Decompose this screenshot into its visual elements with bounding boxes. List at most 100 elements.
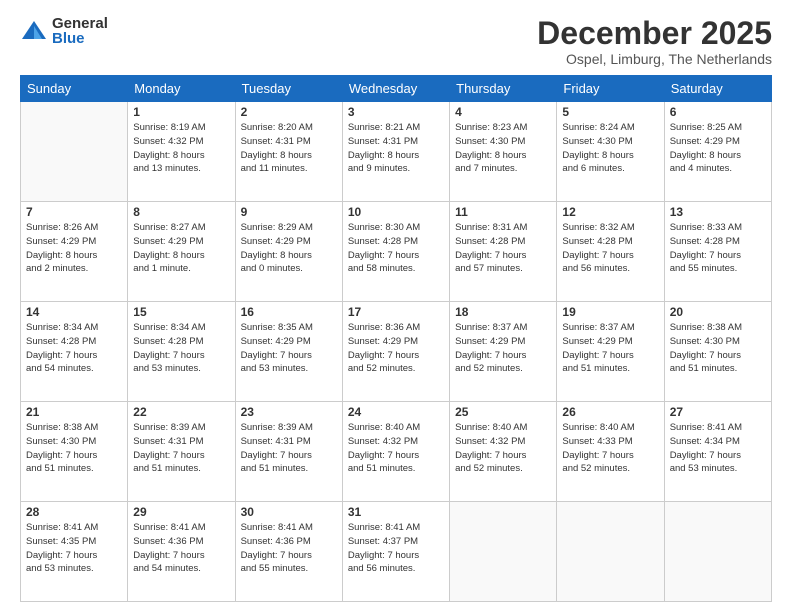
cell-info: Sunrise: 8:27 AM Sunset: 4:29 PM Dayligh… — [133, 221, 229, 276]
title-location: Ospel, Limburg, The Netherlands — [537, 51, 772, 67]
day-number: 29 — [133, 505, 229, 519]
calendar-cell: 22 Sunrise: 8:39 AM Sunset: 4:31 PM Dayli… — [128, 402, 235, 502]
day-number: 9 — [241, 205, 337, 219]
cell-info: Sunrise: 8:31 AM Sunset: 4:28 PM Dayligh… — [455, 221, 551, 276]
calendar-cell: 4 Sunrise: 8:23 AM Sunset: 4:30 PM Daylig… — [450, 102, 557, 202]
day-number: 7 — [26, 205, 122, 219]
logo-icon — [20, 17, 48, 45]
day-number: 28 — [26, 505, 122, 519]
logo-blue: Blue — [52, 31, 108, 46]
day-number: 13 — [670, 205, 766, 219]
cell-info: Sunrise: 8:39 AM Sunset: 4:31 PM Dayligh… — [133, 421, 229, 476]
calendar-cell: 26Sunrise: 8:40 AM Sunset: 4:33 PM Dayli… — [557, 402, 664, 502]
page: General Blue December 2025 Ospel, Limbur… — [0, 0, 792, 612]
cell-info: Sunrise: 8:26 AM Sunset: 4:29 PM Dayligh… — [26, 221, 122, 276]
day-number: 5 — [562, 105, 658, 119]
title-month: December 2025 — [537, 16, 772, 51]
week-row: 14 Sunrise: 8:34 AM Sunset: 4:28 PM Dayli… — [21, 302, 772, 402]
day-number: 14 — [26, 305, 122, 319]
day-number: 1 — [133, 105, 229, 119]
day-number: 31 — [348, 505, 444, 519]
day-number: 30 — [241, 505, 337, 519]
day-number: 10 — [348, 205, 444, 219]
cell-info: Sunrise: 8:41 AM Sunset: 4:36 PM Dayligh… — [133, 521, 229, 576]
calendar-cell — [450, 502, 557, 602]
title-block: December 2025 Ospel, Limburg, The Nether… — [537, 16, 772, 67]
cell-info: Sunrise: 8:19 AM Sunset: 4:32 PM Dayligh… — [133, 121, 229, 176]
calendar-cell — [21, 102, 128, 202]
day-number: 25 — [455, 405, 551, 419]
day-number: 3 — [348, 105, 444, 119]
col-header-friday: Friday — [557, 76, 664, 102]
col-header-tuesday: Tuesday — [235, 76, 342, 102]
day-number: 4 — [455, 105, 551, 119]
day-number: 16 — [241, 305, 337, 319]
calendar-cell: 3 Sunrise: 8:21 AM Sunset: 4:31 PM Daylig… — [342, 102, 449, 202]
calendar-cell: 27Sunrise: 8:41 AM Sunset: 4:34 PM Dayli… — [664, 402, 771, 502]
week-row: 21Sunrise: 8:38 AM Sunset: 4:30 PM Dayli… — [21, 402, 772, 502]
calendar-cell — [557, 502, 664, 602]
week-row: 1 Sunrise: 8:19 AM Sunset: 4:32 PM Daylig… — [21, 102, 772, 202]
logo: General Blue — [20, 16, 108, 46]
calendar-cell: 30 Sunrise: 8:41 AM Sunset: 4:36 PM Dayli… — [235, 502, 342, 602]
calendar-cell: 11 Sunrise: 8:31 AM Sunset: 4:28 PM Dayli… — [450, 202, 557, 302]
cell-info: Sunrise: 8:37 AM Sunset: 4:29 PM Dayligh… — [455, 321, 551, 376]
calendar-cell: 20Sunrise: 8:38 AM Sunset: 4:30 PM Dayli… — [664, 302, 771, 402]
calendar-cell: 8 Sunrise: 8:27 AM Sunset: 4:29 PM Daylig… — [128, 202, 235, 302]
calendar-cell: 2Sunrise: 8:20 AM Sunset: 4:31 PM Daylig… — [235, 102, 342, 202]
calendar-cell: 12 Sunrise: 8:32 AM Sunset: 4:28 PM Dayli… — [557, 202, 664, 302]
day-number: 12 — [562, 205, 658, 219]
cell-info: Sunrise: 8:33 AM Sunset: 4:28 PM Dayligh… — [670, 221, 766, 276]
cell-info: Sunrise: 8:32 AM Sunset: 4:28 PM Dayligh… — [562, 221, 658, 276]
day-number: 22 — [133, 405, 229, 419]
calendar-table: SundayMondayTuesdayWednesdayThursdayFrid… — [20, 75, 772, 602]
col-header-wednesday: Wednesday — [342, 76, 449, 102]
calendar-cell: 10 Sunrise: 8:30 AM Sunset: 4:28 PM Dayli… — [342, 202, 449, 302]
calendar-cell: 7 Sunrise: 8:26 AM Sunset: 4:29 PM Daylig… — [21, 202, 128, 302]
cell-info: Sunrise: 8:41 AM Sunset: 4:36 PM Dayligh… — [241, 521, 337, 576]
cell-info: Sunrise: 8:41 AM Sunset: 4:37 PM Dayligh… — [348, 521, 444, 576]
day-number: 23 — [241, 405, 337, 419]
col-header-monday: Monday — [128, 76, 235, 102]
day-number: 21 — [26, 405, 122, 419]
header-row: SundayMondayTuesdayWednesdayThursdayFrid… — [21, 76, 772, 102]
calendar-cell: 16 Sunrise: 8:35 AM Sunset: 4:29 PM Dayli… — [235, 302, 342, 402]
day-number: 8 — [133, 205, 229, 219]
calendar-cell: 21Sunrise: 8:38 AM Sunset: 4:30 PM Dayli… — [21, 402, 128, 502]
cell-info: Sunrise: 8:24 AM Sunset: 4:30 PM Dayligh… — [562, 121, 658, 176]
cell-info: Sunrise: 8:23 AM Sunset: 4:30 PM Dayligh… — [455, 121, 551, 176]
day-number: 11 — [455, 205, 551, 219]
cell-info: Sunrise: 8:21 AM Sunset: 4:31 PM Dayligh… — [348, 121, 444, 176]
calendar-cell: 15Sunrise: 8:34 AM Sunset: 4:28 PM Dayli… — [128, 302, 235, 402]
cell-info: Sunrise: 8:35 AM Sunset: 4:29 PM Dayligh… — [241, 321, 337, 376]
day-number: 19 — [562, 305, 658, 319]
calendar-cell: 24Sunrise: 8:40 AM Sunset: 4:32 PM Dayli… — [342, 402, 449, 502]
calendar-cell: 28 Sunrise: 8:41 AM Sunset: 4:35 PM Dayli… — [21, 502, 128, 602]
calendar-cell: 9Sunrise: 8:29 AM Sunset: 4:29 PM Daylig… — [235, 202, 342, 302]
cell-info: Sunrise: 8:34 AM Sunset: 4:28 PM Dayligh… — [133, 321, 229, 376]
cell-info: Sunrise: 8:40 AM Sunset: 4:32 PM Dayligh… — [455, 421, 551, 476]
cell-info: Sunrise: 8:40 AM Sunset: 4:33 PM Dayligh… — [562, 421, 658, 476]
calendar-cell: 25 Sunrise: 8:40 AM Sunset: 4:32 PM Dayli… — [450, 402, 557, 502]
week-row: 28 Sunrise: 8:41 AM Sunset: 4:35 PM Dayli… — [21, 502, 772, 602]
day-number: 17 — [348, 305, 444, 319]
cell-info: Sunrise: 8:37 AM Sunset: 4:29 PM Dayligh… — [562, 321, 658, 376]
day-number: 2 — [241, 105, 337, 119]
cell-info: Sunrise: 8:34 AM Sunset: 4:28 PM Dayligh… — [26, 321, 122, 376]
cell-info: Sunrise: 8:40 AM Sunset: 4:32 PM Dayligh… — [348, 421, 444, 476]
cell-info: Sunrise: 8:25 AM Sunset: 4:29 PM Dayligh… — [670, 121, 766, 176]
calendar-cell: 1 Sunrise: 8:19 AM Sunset: 4:32 PM Daylig… — [128, 102, 235, 202]
calendar-cell: 5 Sunrise: 8:24 AM Sunset: 4:30 PM Daylig… — [557, 102, 664, 202]
day-number: 18 — [455, 305, 551, 319]
cell-info: Sunrise: 8:38 AM Sunset: 4:30 PM Dayligh… — [670, 321, 766, 376]
col-header-saturday: Saturday — [664, 76, 771, 102]
logo-general: General — [52, 16, 108, 31]
day-number: 27 — [670, 405, 766, 419]
calendar-cell: 29 Sunrise: 8:41 AM Sunset: 4:36 PM Dayli… — [128, 502, 235, 602]
cell-info: Sunrise: 8:41 AM Sunset: 4:35 PM Dayligh… — [26, 521, 122, 576]
calendar-cell: 23Sunrise: 8:39 AM Sunset: 4:31 PM Dayli… — [235, 402, 342, 502]
calendar-cell — [664, 502, 771, 602]
day-number: 6 — [670, 105, 766, 119]
cell-info: Sunrise: 8:30 AM Sunset: 4:28 PM Dayligh… — [348, 221, 444, 276]
cell-info: Sunrise: 8:36 AM Sunset: 4:29 PM Dayligh… — [348, 321, 444, 376]
